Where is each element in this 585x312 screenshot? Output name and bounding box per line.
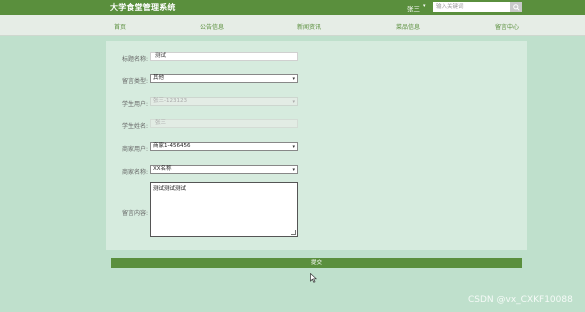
student-user-select: 张三-123123 ▾ bbox=[150, 97, 298, 106]
search-button[interactable] bbox=[510, 2, 522, 12]
nav-item-dishes[interactable]: 菜品信息 bbox=[396, 22, 420, 31]
nav-item-news[interactable]: 新闻资讯 bbox=[297, 22, 321, 31]
nav-item-notices[interactable]: 公告信息 bbox=[200, 22, 224, 31]
content-textarea[interactable]: 测试测试测试 bbox=[150, 182, 298, 237]
content-text: 测试测试测试 bbox=[153, 186, 187, 192]
submit-button[interactable]: 提交 bbox=[111, 258, 522, 268]
nav-bar: 首页 公告信息 新闻资讯 菜品信息 留言中心 bbox=[0, 15, 585, 36]
student-name-label: 学生姓名: bbox=[121, 123, 148, 130]
chevron-down-icon: ▾ bbox=[292, 76, 295, 82]
merchant-name-value: XX名称 bbox=[153, 166, 172, 172]
nav-item-home[interactable]: 首页 bbox=[114, 22, 126, 31]
title-input[interactable]: 测试 bbox=[150, 52, 298, 61]
search-input[interactable] bbox=[433, 2, 510, 12]
merchant-name-label: 商家名称: bbox=[121, 169, 148, 176]
student-user-label: 学生用户: bbox=[121, 101, 148, 108]
merchant-user-value: 商家1-456456 bbox=[153, 143, 191, 149]
chevron-down-icon: ▾ bbox=[292, 144, 295, 150]
chevron-down-icon: ▾ bbox=[292, 99, 295, 105]
resize-handle-icon[interactable] bbox=[291, 230, 296, 235]
mouse-cursor-icon bbox=[310, 273, 317, 283]
chevron-down-icon: ▾ bbox=[292, 167, 295, 173]
merchant-user-label: 商家用户: bbox=[121, 146, 148, 153]
merchant-user-select[interactable]: 商家1-456456 ▾ bbox=[150, 142, 298, 151]
user-menu[interactable]: 张三 bbox=[407, 3, 420, 13]
merchant-name-select[interactable]: XX名称 ▾ bbox=[150, 165, 298, 174]
chevron-down-icon[interactable]: ▾ bbox=[423, 3, 426, 9]
content-label: 留言内容: bbox=[121, 210, 148, 217]
type-select[interactable]: 其他 ▾ bbox=[150, 74, 298, 83]
student-user-value: 张三-123123 bbox=[153, 98, 187, 104]
type-label: 留言类型: bbox=[121, 78, 148, 85]
nav-item-messages[interactable]: 留言中心 bbox=[495, 22, 519, 31]
app-title: 大学食堂管理系统 bbox=[110, 3, 176, 12]
title-label: 标题名称: bbox=[121, 56, 148, 63]
search-icon bbox=[512, 3, 520, 11]
student-name-input: 张三 bbox=[150, 119, 298, 128]
watermark: CSDN @vx_CXKF10088 bbox=[468, 295, 573, 305]
type-select-value: 其他 bbox=[153, 75, 165, 81]
